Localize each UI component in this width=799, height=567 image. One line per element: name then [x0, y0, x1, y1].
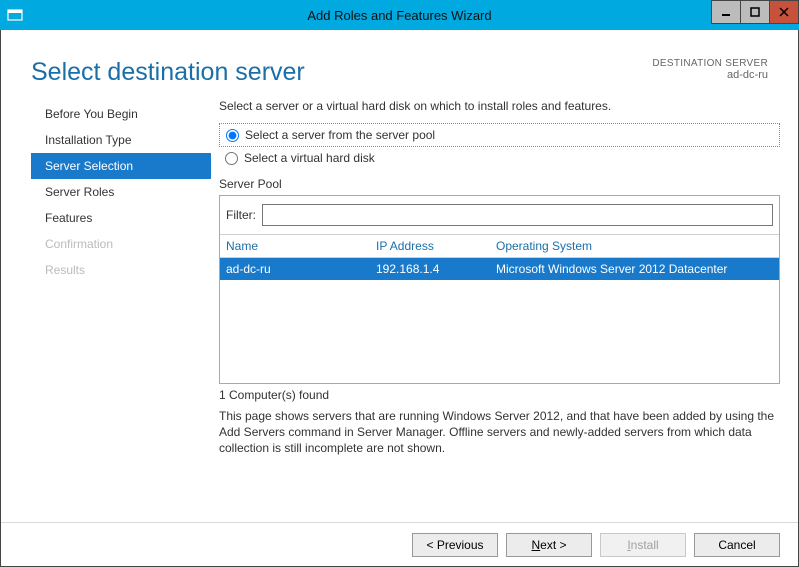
radio-vhd-label: Select a virtual hard disk: [244, 151, 375, 165]
intro-text: Select a server or a virtual hard disk o…: [219, 99, 780, 113]
table-header: Name IP Address Operating System: [220, 234, 779, 258]
nav-step-5: Confirmation: [31, 231, 211, 257]
radio-vhd[interactable]: Select a virtual hard disk: [219, 149, 780, 167]
window-title: Add Roles and Features Wizard: [307, 8, 491, 23]
col-header-ip[interactable]: IP Address: [376, 239, 496, 253]
server-pool-label: Server Pool: [219, 177, 780, 191]
col-header-os[interactable]: Operating System: [496, 239, 773, 253]
page-title: Select destination server: [31, 58, 305, 87]
titlebar: Add Roles and Features Wizard: [0, 0, 799, 30]
filter-label: Filter:: [226, 208, 256, 222]
radio-server-pool[interactable]: Select a server from the server pool: [220, 126, 779, 144]
nav-step-0[interactable]: Before You Begin: [31, 101, 211, 127]
next-button[interactable]: Next >: [506, 533, 592, 557]
wizard-frame: Select destination server DESTINATION SE…: [0, 30, 799, 567]
radio-vhd-input[interactable]: [225, 152, 238, 165]
nav-step-1[interactable]: Installation Type: [31, 127, 211, 153]
wizard-footer: < Previous Next > Install Cancel: [1, 522, 798, 557]
main-panel: Select a server or a virtual hard disk o…: [211, 97, 780, 457]
server-table-body: ad-dc-ru192.168.1.4Microsoft Windows Ser…: [220, 258, 779, 383]
maximize-button[interactable]: [740, 0, 770, 24]
computers-found-text: 1 Computer(s) found: [219, 388, 780, 402]
nav-step-6: Results: [31, 257, 211, 283]
server-pool-box: Filter: Name IP Address Operating System…: [219, 195, 780, 384]
filter-input[interactable]: [262, 204, 773, 226]
nav-step-3[interactable]: Server Roles: [31, 179, 211, 205]
previous-button[interactable]: < Previous: [412, 533, 498, 557]
nav-step-2[interactable]: Server Selection: [31, 153, 211, 179]
col-header-name[interactable]: Name: [226, 239, 376, 253]
table-row[interactable]: ad-dc-ru192.168.1.4Microsoft Windows Ser…: [220, 258, 779, 280]
hint-text: This page shows servers that are running…: [219, 408, 780, 457]
app-icon: [0, 0, 30, 30]
radio-server-pool-label: Select a server from the server pool: [245, 128, 435, 142]
cancel-button[interactable]: Cancel: [694, 533, 780, 557]
selection-mode-group: Select a server from the server pool: [219, 123, 780, 147]
nav-step-4[interactable]: Features: [31, 205, 211, 231]
destination-info: DESTINATION SERVER ad-dc-ru: [652, 58, 768, 87]
radio-server-pool-input[interactable]: [226, 129, 239, 142]
wizard-steps-nav: Before You BeginInstallation TypeServer …: [31, 97, 211, 457]
close-button[interactable]: [769, 0, 799, 24]
minimize-button[interactable]: [711, 0, 741, 24]
install-button: Install: [600, 533, 686, 557]
destination-label: DESTINATION SERVER: [652, 58, 768, 69]
destination-value: ad-dc-ru: [652, 69, 768, 81]
